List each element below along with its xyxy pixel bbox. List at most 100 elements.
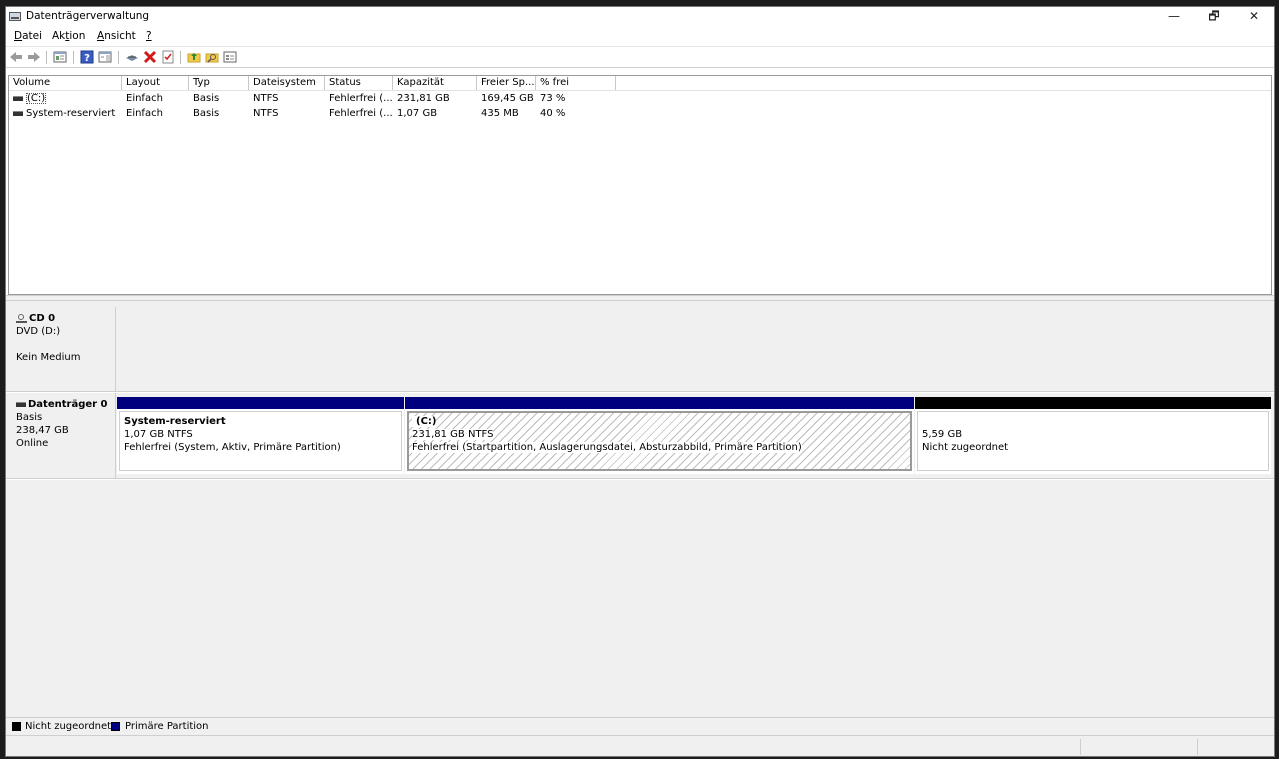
primary-partition-bar — [405, 397, 914, 409]
checklist-icon[interactable] — [161, 50, 175, 64]
volume-list: Volume Layout Typ Dateisystem Status Kap… — [8, 75, 1272, 295]
legend-swatch-primary — [111, 722, 120, 731]
column-header-typ[interactable]: Typ — [189, 76, 249, 90]
volume-row[interactable]: (C:) Einfach Basis NTFS Fehlerfrei (... … — [9, 91, 1271, 106]
disk0-name: Datenträger 0 — [28, 399, 108, 410]
partition-c[interactable]: (C:) 231,81 GB NTFS Fehlerfrei (Startpar… — [405, 397, 914, 474]
column-header-freier-speicher[interactable]: Freier Sp... — [477, 76, 536, 90]
disk0-title: Datenträger 0 — [16, 398, 115, 411]
menu-aktion-label: ion — [69, 30, 86, 42]
status-cell: Fehlerfrei (... — [329, 93, 393, 104]
freier-speicher-cell: 435 MB — [481, 108, 519, 119]
restore-button[interactable]: 🗗 — [1194, 7, 1234, 28]
connect-icon[interactable] — [125, 50, 139, 64]
disk-management-app-icon — [9, 12, 21, 21]
back-arrow-icon[interactable] — [9, 50, 23, 64]
partition-status: Fehlerfrei (System, Aktiv, Primäre Parti… — [124, 442, 341, 453]
menu-datei-label: atei — [22, 30, 43, 42]
partition-status: Fehlerfrei (Startpartition, Auslagerungs… — [412, 442, 802, 453]
minimize-button[interactable]: — — [1154, 7, 1194, 28]
volume-icon — [13, 110, 23, 116]
menu-aktion[interactable]: Aktion — [52, 30, 85, 42]
prozent-frei-cell: 73 % — [540, 93, 566, 104]
typ-cell: Basis — [193, 93, 220, 104]
menu-ansicht[interactable]: Ansicht — [97, 30, 136, 42]
legend-bar: Nicht zugeordnet Primäre Partition — [6, 717, 1274, 735]
column-header-dateisystem[interactable]: Dateisystem — [249, 76, 325, 90]
toolbar-separator — [46, 51, 47, 64]
partition-system-reserved-body: System-reserviert 1,07 GB NTFS Fehlerfre… — [119, 411, 402, 471]
status-separator — [1080, 739, 1081, 755]
menu-ansicht-label: nsicht — [104, 30, 136, 42]
volume-list-header: Volume Layout Typ Dateisystem Status Kap… — [9, 76, 1271, 91]
menu-help[interactable]: ? — [146, 30, 152, 42]
partition-unallocated-body: 5,59 GB Nicht zugeordnet — [917, 411, 1269, 471]
cd0-type: DVD (D:) — [16, 326, 61, 337]
menu-datei[interactable]: Datei — [14, 30, 42, 42]
column-header-status[interactable]: Status — [325, 76, 393, 90]
status-cell: Fehlerfrei (... — [329, 108, 393, 119]
cd0-label[interactable]: CD 0 DVD (D:) Kein Medium — [8, 307, 116, 391]
partition-status: Nicht zugeordnet — [922, 442, 1009, 453]
partition-title: (C:) — [416, 416, 437, 427]
volume-row[interactable]: System-reserviert Einfach Basis NTFS Feh… — [9, 106, 1271, 121]
disk0-partition-area: System-reserviert 1,07 GB NTFS Fehlerfre… — [116, 397, 1272, 476]
cd-drive-icon — [16, 313, 27, 323]
partition-size: 5,59 GB — [922, 429, 963, 440]
folder-up-icon[interactable] — [187, 50, 201, 64]
dateisystem-cell: NTFS — [253, 108, 279, 119]
column-header-layout[interactable]: Layout — [122, 76, 189, 90]
partition-size: 1,07 GB NTFS — [124, 429, 193, 440]
prozent-frei-cell: 40 % — [540, 108, 566, 119]
legend-primary-label: Primäre Partition — [125, 721, 209, 732]
unallocated-bar — [915, 397, 1271, 409]
column-header-volume[interactable]: Volume — [9, 76, 122, 90]
layout-cell: Einfach — [126, 93, 163, 104]
close-button[interactable]: ✕ — [1234, 7, 1274, 28]
menu-bar: Datei Aktion Ansicht ? — [6, 28, 1274, 46]
kapazitaet-cell: 231,81 GB — [397, 93, 450, 104]
disk-divider — [6, 478, 1274, 480]
delete-icon[interactable] — [143, 50, 157, 64]
title-bar: Datenträgerverwaltung — 🗗 ✕ — [6, 7, 1274, 28]
partition-c-body: (C:) 231,81 GB NTFS Fehlerfrei (Startpar… — [407, 411, 912, 471]
typ-cell: Basis — [193, 108, 220, 119]
properties-icon[interactable] — [223, 50, 237, 64]
toolbar-separator — [180, 51, 181, 64]
cd0-area — [116, 307, 1272, 391]
partition-system-reserved[interactable]: System-reserviert 1,07 GB NTFS Fehlerfre… — [117, 397, 404, 474]
freier-speicher-cell: 169,45 GB — [481, 93, 534, 104]
cd0-spacer — [16, 338, 115, 351]
disk0-size: 238,47 GB — [16, 425, 69, 436]
menu-help-accel: ? — [146, 30, 152, 42]
menu-datei-accel: D — [14, 30, 23, 42]
forward-arrow-icon[interactable] — [27, 50, 41, 64]
properties-pane-icon[interactable] — [98, 50, 112, 64]
cd0-title: CD 0 — [16, 312, 115, 325]
window-title: Datenträgerverwaltung — [26, 10, 150, 22]
legend-unallocated-label: Nicht zugeordnet — [25, 721, 112, 732]
help-icon[interactable]: ? — [80, 50, 94, 64]
column-header-prozent-frei[interactable]: % frei — [536, 76, 616, 90]
volume-cell: (C:) — [9, 91, 122, 106]
partition-size: 231,81 GB NTFS — [412, 429, 494, 440]
disk-divider — [6, 391, 1274, 393]
layout-cell: Einfach — [126, 108, 163, 119]
cd0-name: CD 0 — [29, 313, 56, 324]
toolbar-separator — [73, 51, 74, 64]
svg-text:?: ? — [84, 53, 90, 64]
disk0-label[interactable]: Datenträger 0 Basis 238,47 GB Online — [8, 393, 116, 479]
console-tree-icon[interactable] — [53, 50, 67, 64]
column-header-kapazitaet[interactable]: Kapazität — [393, 76, 477, 90]
partition-title: System-reserviert — [124, 416, 226, 427]
dateisystem-cell: NTFS — [253, 93, 279, 104]
primary-partition-bar — [117, 397, 404, 409]
folder-search-icon[interactable] — [205, 50, 219, 64]
partition-unallocated[interactable]: 5,59 GB Nicht zugeordnet — [915, 397, 1271, 474]
disk-management-window: Datenträgerverwaltung — 🗗 ✕ Datei Aktion… — [5, 6, 1275, 757]
volume-name: System-reserviert — [26, 108, 116, 119]
legend-swatch-unallocated — [12, 722, 21, 731]
volume-cell: System-reserviert — [9, 106, 122, 121]
toolbar: ? — [6, 46, 1274, 68]
toolbar-separator — [118, 51, 119, 64]
